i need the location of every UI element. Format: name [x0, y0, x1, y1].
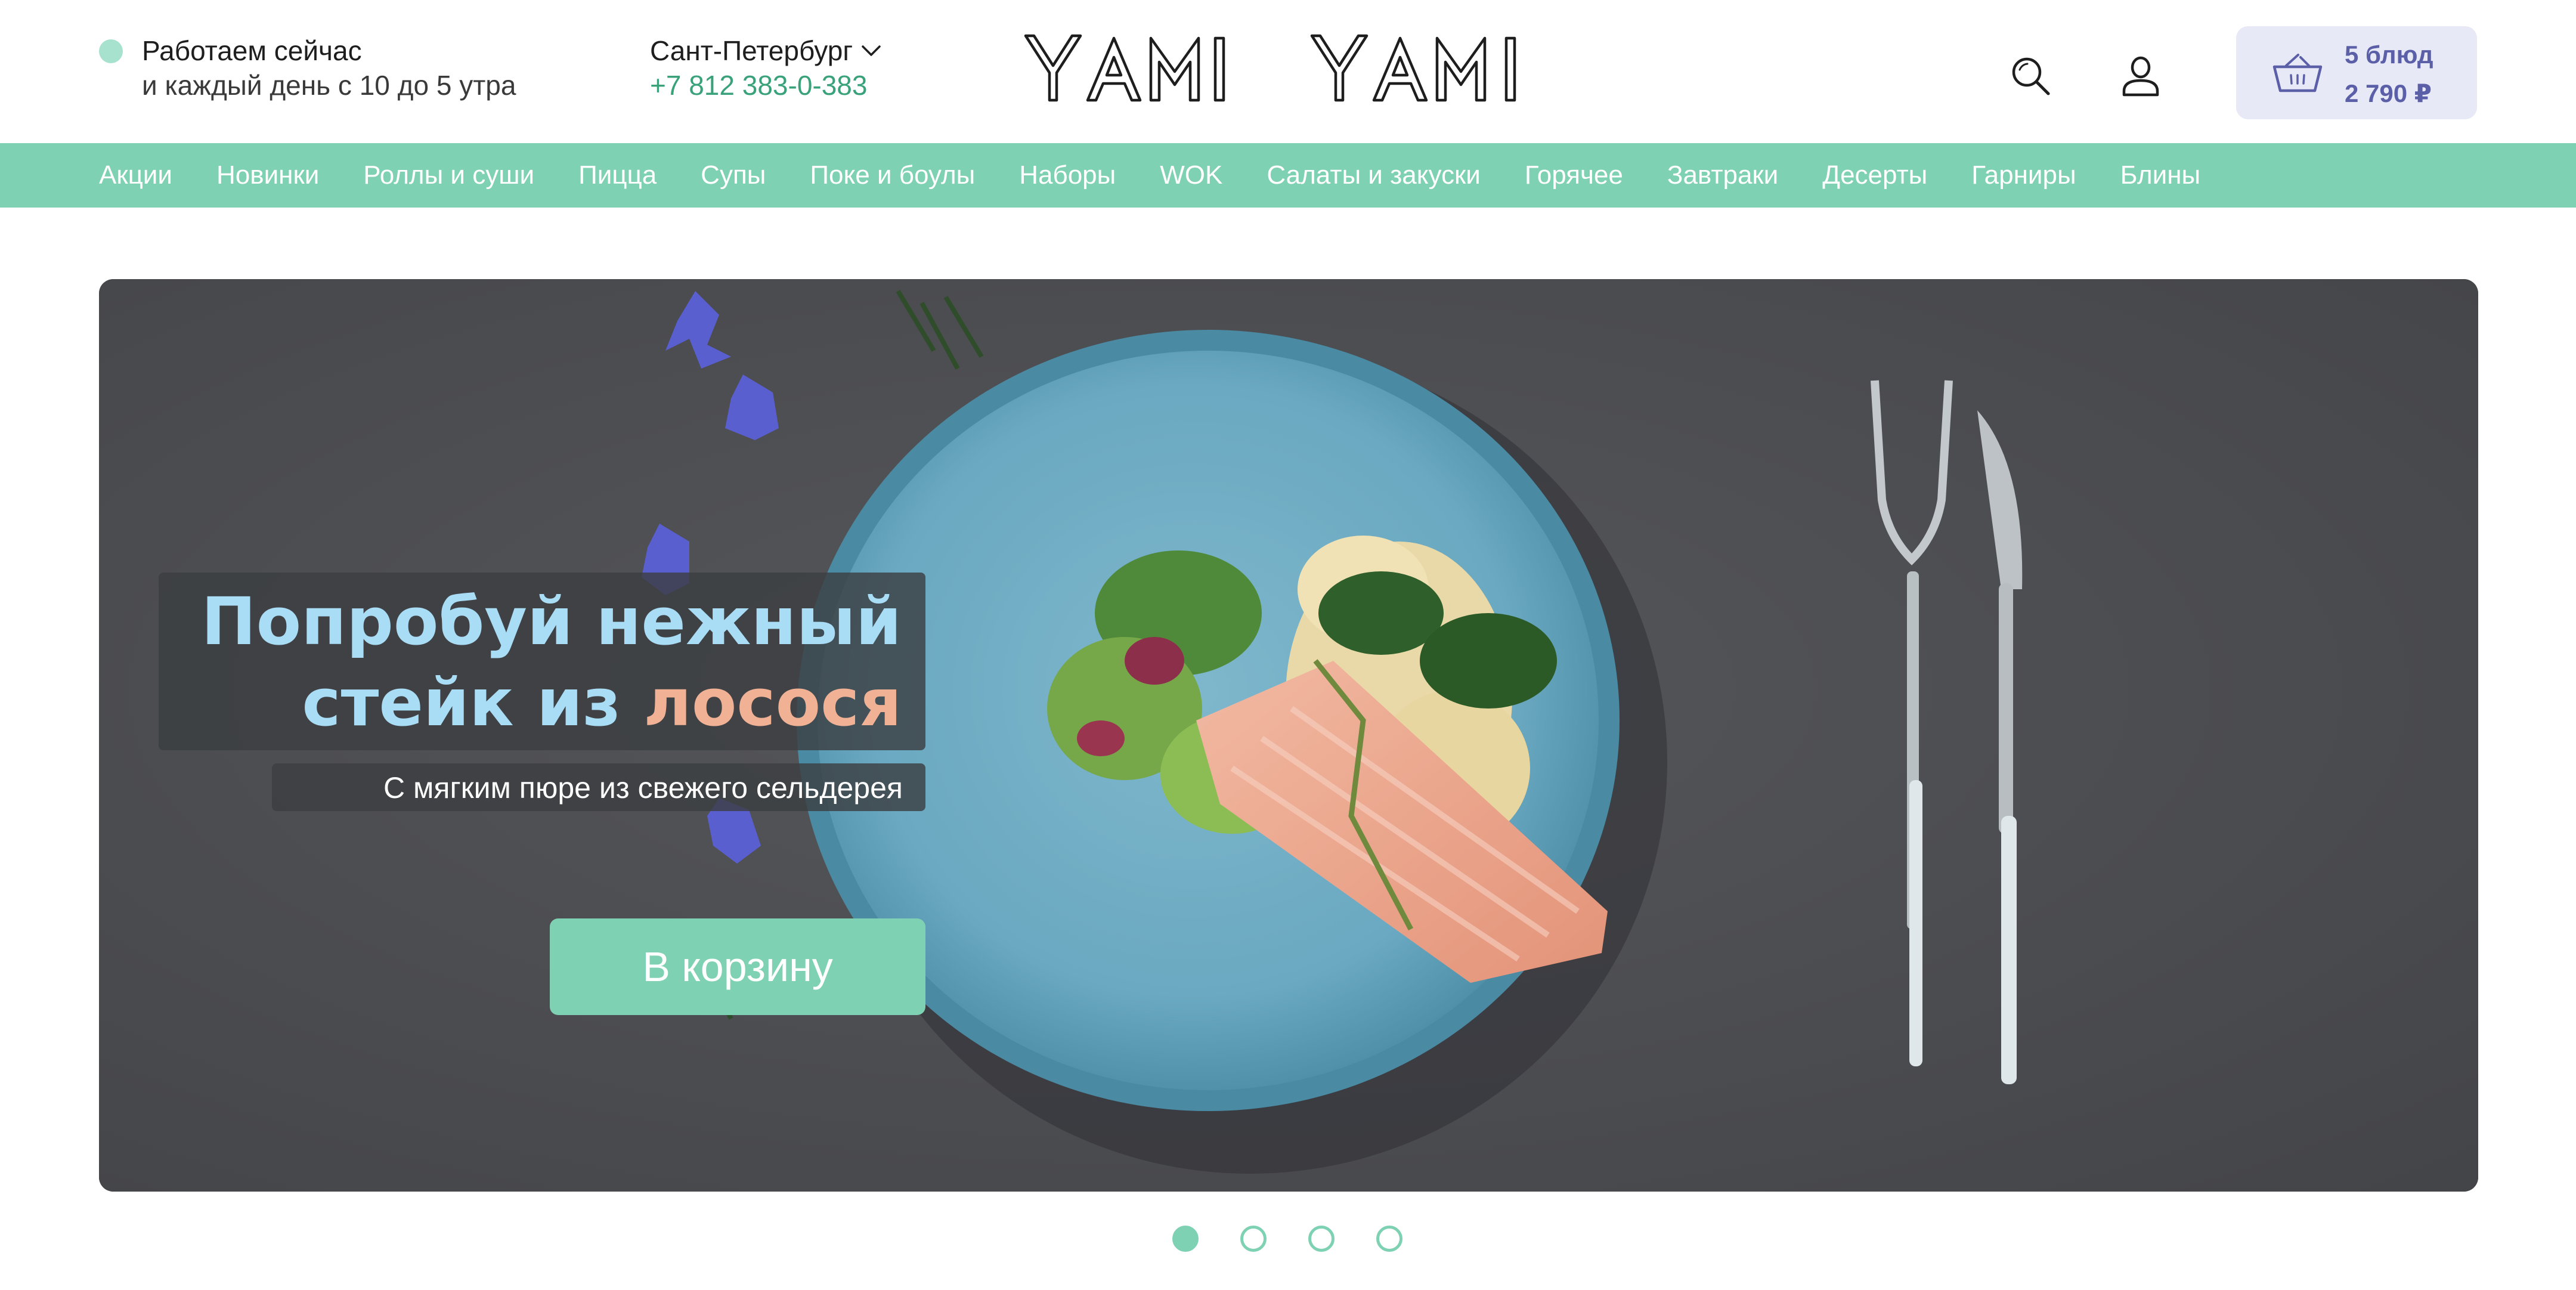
open-status-indicator — [99, 39, 123, 63]
cart-item-count: 5 блюд — [2345, 41, 2433, 69]
nav-item-promotions[interactable]: Акции — [99, 160, 172, 190]
hero-title-line2: стейк из — [302, 664, 644, 741]
nav-item-soups[interactable]: Супы — [701, 160, 766, 190]
site-header: Работаем сейчас и каждый день с 10 до 5 … — [0, 0, 2576, 143]
city-label: Сант-Петербург — [650, 35, 853, 66]
nav-item-hot-dishes[interactable]: Горячее — [1525, 160, 1623, 190]
nav-item-sets[interactable]: Наборы — [1019, 160, 1116, 190]
open-status-title: Работаем сейчас — [142, 35, 362, 66]
slider-dot-1[interactable] — [1172, 1226, 1199, 1252]
hero-title-accent: лосося — [643, 664, 902, 741]
cart-total: 2 790 ₽ — [2345, 79, 2432, 107]
nav-item-wok[interactable]: WOK — [1160, 160, 1222, 190]
nav-item-rolls-sushi[interactable]: Роллы и суши — [363, 160, 534, 190]
nav-item-salads[interactable]: Салаты и закуски — [1267, 160, 1480, 190]
slider-dot-3[interactable] — [1308, 1226, 1335, 1252]
hero-subtitle-box: С мягким пюре из свежего сельдерея — [272, 763, 925, 811]
category-list: Акции Новинки Роллы и суши Пицца Супы По… — [99, 143, 2200, 208]
hero-title: Попробуй нежный стейк из лосося — [202, 581, 902, 743]
city-selector[interactable]: Сант-Петербург — [650, 35, 881, 67]
hero-title-box: Попробуй нежный стейк из лосося — [159, 573, 925, 750]
search-button[interactable] — [2004, 49, 2057, 103]
hero-banner[interactable]: Попробуй нежный стейк из лосося С мягким… — [99, 279, 2478, 1192]
nav-item-poke-bowls[interactable]: Поке и боулы — [810, 160, 975, 190]
cart-button[interactable]: 5 блюд 2 790 ₽ — [2236, 26, 2477, 119]
slider-pagination — [1172, 1226, 1402, 1252]
category-nav: Акции Новинки Роллы и суши Пицца Супы По… — [0, 143, 2576, 208]
nav-item-desserts[interactable]: Десерты — [1822, 160, 1927, 190]
nav-item-pancakes[interactable]: Блины — [2120, 160, 2201, 190]
nav-item-breakfast[interactable]: Завтраки — [1667, 160, 1778, 190]
hero-title-line1: Попробуй нежный — [201, 583, 902, 660]
nav-item-new[interactable]: Новинки — [216, 160, 319, 190]
user-icon — [2122, 56, 2159, 97]
basket-icon — [2272, 54, 2323, 92]
slider-dot-2[interactable] — [1240, 1226, 1267, 1252]
open-hours-text: и каждый день с 10 до 5 утра — [142, 70, 516, 101]
slider-dot-4[interactable] — [1376, 1226, 1402, 1252]
brand-logo[interactable] — [1023, 33, 1552, 105]
phone-link[interactable]: +7 812 383-0-383 — [650, 69, 867, 101]
nav-item-pizza[interactable]: Пицца — [578, 160, 657, 190]
hero-subtitle: С мягким пюре из свежего сельдерея — [383, 771, 903, 805]
nav-item-sides[interactable]: Гарниры — [1971, 160, 2076, 190]
chevron-down-icon — [862, 45, 881, 56]
add-to-cart-button[interactable]: В корзину — [550, 918, 925, 1015]
search-icon — [2012, 57, 2050, 95]
account-button[interactable] — [2114, 49, 2168, 103]
